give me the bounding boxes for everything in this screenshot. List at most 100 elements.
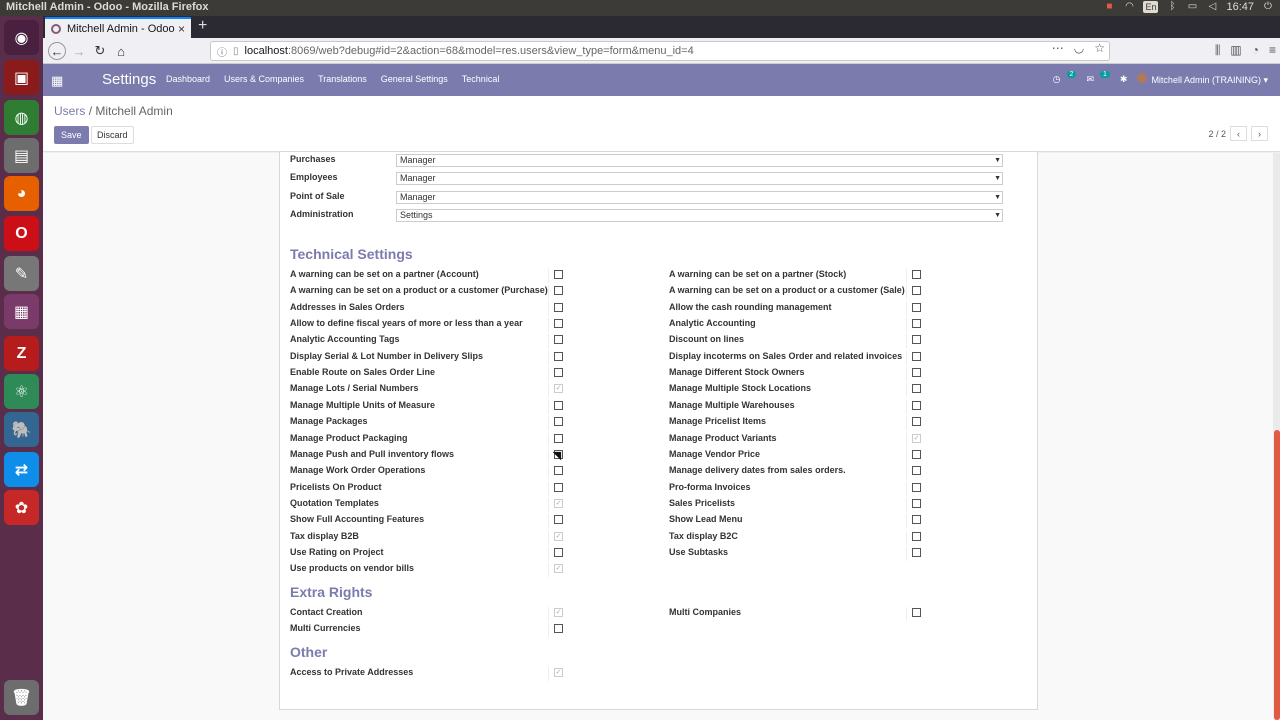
checkbox[interactable] bbox=[912, 384, 921, 394]
teamviewer-icon[interactable]: ⇄ bbox=[4, 452, 39, 487]
menu-general-settings[interactable]: General Settings bbox=[381, 74, 448, 84]
site-info-icon[interactable]: ⓘ bbox=[217, 44, 227, 59]
page-scrollbar[interactable] bbox=[1273, 153, 1280, 720]
volume-icon[interactable]: ◁ bbox=[1206, 1, 1218, 13]
checkbox[interactable] bbox=[554, 335, 563, 345]
checkbox[interactable] bbox=[912, 368, 921, 378]
checkbox[interactable] bbox=[912, 319, 921, 329]
url-bar[interactable]: ⓘ ▯ localhost :8069/web?debug#id=2&actio… bbox=[210, 41, 1110, 61]
pager-value[interactable]: 2 / 2 bbox=[1208, 129, 1226, 139]
save-button[interactable]: Save bbox=[54, 126, 89, 144]
bookmark-star-icon[interactable]: ☆ bbox=[1094, 41, 1105, 55]
keyboard-layout[interactable]: En bbox=[1143, 1, 1159, 13]
home-icon[interactable]: ⌂ bbox=[112, 42, 130, 60]
page-actions-icon[interactable]: ⋯ bbox=[1052, 41, 1064, 55]
checkbox[interactable] bbox=[554, 624, 563, 634]
ubuntu-home-icon[interactable]: ◉ bbox=[4, 20, 39, 55]
access-select[interactable]: Manager ▼ bbox=[396, 191, 1003, 204]
checkbox-checked[interactable]: ✓ bbox=[554, 498, 563, 508]
checkbox[interactable] bbox=[912, 547, 921, 557]
checkbox-checked[interactable]: ✓ bbox=[554, 668, 563, 677]
firefox-icon[interactable]: ◕ bbox=[4, 176, 39, 211]
checkbox[interactable] bbox=[554, 319, 563, 329]
files-icon[interactable]: ▤ bbox=[4, 138, 39, 173]
terminal-icon[interactable]: ▣ bbox=[4, 60, 39, 95]
apps-menu-icon[interactable]: ▦ bbox=[51, 73, 63, 89]
discard-button[interactable]: Discard bbox=[91, 126, 134, 144]
user-menu[interactable]: Mitchell Admin (TRAINING) ▾ bbox=[1137, 73, 1268, 86]
checkbox[interactable] bbox=[912, 270, 921, 279]
checkbox[interactable] bbox=[554, 286, 563, 296]
messaging-icon[interactable]: ✉ bbox=[1086, 74, 1094, 85]
sidebar-icon[interactable]: ▥ bbox=[1230, 43, 1241, 58]
screenshot-icon[interactable]: ▦ bbox=[4, 294, 39, 329]
menu-icon[interactable]: ≡ bbox=[1269, 43, 1276, 58]
camera-icon[interactable]: ■ bbox=[1103, 1, 1115, 13]
checkbox-checked[interactable]: ✓ bbox=[912, 433, 921, 443]
menu-dashboard[interactable]: Dashboard bbox=[166, 74, 210, 84]
opera-icon[interactable]: O bbox=[4, 216, 39, 251]
checkbox[interactable] bbox=[554, 515, 563, 525]
checkbox[interactable] bbox=[912, 335, 921, 345]
clock[interactable]: 16:47 bbox=[1226, 1, 1254, 13]
atom-icon[interactable]: ⚛ bbox=[4, 374, 39, 409]
checkbox[interactable] bbox=[912, 449, 921, 459]
trash-icon[interactable]: 🗑 bbox=[4, 680, 39, 715]
access-select[interactable]: Settings ▼ bbox=[396, 209, 1003, 222]
close-tab-icon[interactable]: × bbox=[178, 22, 185, 36]
checkbox[interactable] bbox=[912, 286, 921, 296]
battery-icon[interactable]: ▭ bbox=[1186, 1, 1198, 13]
power-icon[interactable]: ⏻ bbox=[1262, 1, 1274, 13]
browser-tab[interactable]: Mitchell Admin - Odoo × bbox=[45, 17, 191, 38]
checkbox[interactable] bbox=[912, 351, 921, 361]
checkbox-checked[interactable]: ✓ bbox=[554, 608, 563, 617]
chrome-icon[interactable]: ◍ bbox=[4, 100, 39, 135]
checkbox[interactable] bbox=[912, 608, 921, 617]
pager-next-icon[interactable]: › bbox=[1251, 126, 1268, 141]
checkbox[interactable] bbox=[912, 302, 921, 312]
checkbox[interactable] bbox=[912, 400, 921, 410]
bluetooth-icon[interactable]: ᛒ bbox=[1166, 1, 1178, 13]
back-icon[interactable]: ← bbox=[48, 42, 66, 60]
checkbox-checked[interactable]: ✓ bbox=[554, 384, 563, 394]
breadcrumb-users[interactable]: Users bbox=[54, 104, 85, 118]
checkbox[interactable] bbox=[912, 498, 921, 508]
checkbox-checked[interactable]: ✓ bbox=[554, 564, 563, 574]
wifi-icon[interactable]: ◠ bbox=[1123, 1, 1135, 13]
new-tab-icon[interactable]: + bbox=[198, 17, 207, 35]
app-brand[interactable]: Settings bbox=[102, 71, 156, 88]
checkbox[interactable] bbox=[554, 466, 563, 476]
debug-icon[interactable]: ✱ bbox=[1120, 74, 1128, 85]
checkbox[interactable] bbox=[554, 547, 563, 557]
reload-icon[interactable]: ↻ bbox=[91, 42, 109, 60]
scrollbar-thumb[interactable] bbox=[1274, 430, 1280, 720]
checkbox[interactable] bbox=[554, 270, 563, 279]
checkbox[interactable] bbox=[554, 433, 563, 443]
access-select[interactable]: Manager ▼ bbox=[396, 172, 1003, 185]
checkbox[interactable] bbox=[912, 515, 921, 525]
checkbox[interactable] bbox=[554, 400, 563, 410]
checkbox[interactable] bbox=[554, 417, 563, 427]
menu-translations[interactable]: Translations bbox=[318, 74, 367, 84]
filezilla-icon[interactable]: Z bbox=[4, 336, 39, 371]
checkbox[interactable] bbox=[912, 482, 921, 492]
checkbox[interactable] bbox=[912, 466, 921, 476]
checkbox[interactable] bbox=[554, 351, 563, 361]
forward-icon[interactable]: → bbox=[70, 42, 88, 60]
account-icon[interactable]: ◔ bbox=[1252, 43, 1259, 58]
text-editor-icon[interactable]: ✎ bbox=[4, 256, 39, 291]
pager-previous-icon[interactable]: ‹ bbox=[1230, 126, 1247, 141]
checkbox-checked[interactable]: ✓ bbox=[554, 531, 563, 541]
menu-technical[interactable]: Technical bbox=[462, 74, 500, 84]
pocket-icon[interactable]: ◡ bbox=[1074, 41, 1084, 55]
menu-users-companies[interactable]: Users & Companies bbox=[224, 74, 304, 84]
checkbox[interactable] bbox=[912, 417, 921, 427]
postgres-icon[interactable]: 🐘 bbox=[4, 412, 39, 447]
library-icon[interactable]: ⫼ bbox=[1215, 43, 1221, 58]
connection-icon[interactable]: ▯ bbox=[233, 46, 239, 57]
access-select[interactable]: Manager ▼ bbox=[396, 154, 1003, 167]
checkbox[interactable] bbox=[554, 368, 563, 378]
checkbox[interactable] bbox=[554, 302, 563, 312]
pdf-reader-icon[interactable]: ✿ bbox=[4, 490, 39, 525]
checkbox[interactable] bbox=[912, 531, 921, 541]
